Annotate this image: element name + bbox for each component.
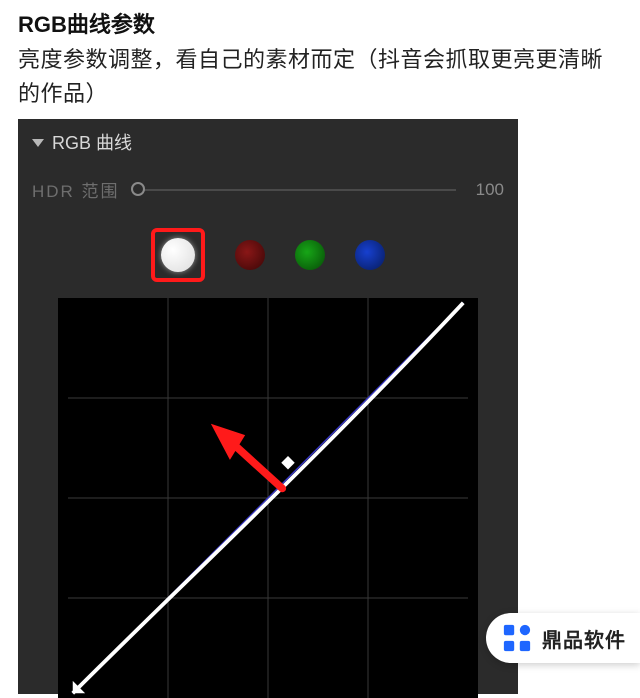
- selected-channel-highlight: [151, 228, 205, 282]
- blue-channel-icon[interactable]: [355, 240, 385, 270]
- slider-thumb-icon[interactable]: [131, 182, 145, 196]
- rgb-curves-panel: RGB 曲线 HDR 范围 100: [18, 119, 518, 694]
- hdr-range-label: HDR 范围: [32, 177, 120, 202]
- curve-control-point[interactable]: [281, 456, 294, 469]
- chevron-down-icon[interactable]: [32, 139, 44, 147]
- rgb-curve-graph[interactable]: [58, 298, 478, 698]
- hdr-range-value: 100: [474, 180, 504, 200]
- hdr-range-slider[interactable]: [138, 182, 456, 198]
- article-description: 亮度参数调整，看自己的素材而定（抖音会抓取更亮更清晰的作品）: [18, 43, 622, 111]
- slider-track: [138, 189, 456, 191]
- drag-arrow-icon: [211, 424, 282, 489]
- watermark-text: 鼎品软件: [542, 624, 626, 653]
- article-title: RGB曲线参数: [18, 8, 622, 41]
- white-channel-icon[interactable]: [161, 238, 195, 272]
- watermark-badge: 鼎品软件: [486, 613, 640, 663]
- red-channel-icon[interactable]: [235, 240, 265, 270]
- panel-title: RGB 曲线: [52, 129, 132, 155]
- dingpin-logo-icon: [502, 623, 532, 653]
- channel-selector: [32, 228, 504, 282]
- green-channel-icon[interactable]: [295, 240, 325, 270]
